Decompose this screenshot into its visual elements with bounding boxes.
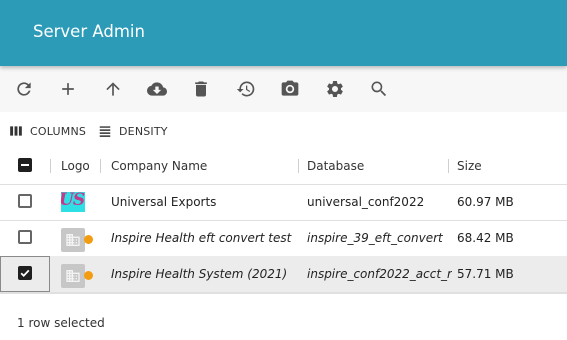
restore-button[interactable] (235, 78, 257, 100)
company-logo (61, 228, 85, 252)
select-all-checkbox[interactable] (18, 158, 32, 172)
indeterminate-icon (21, 164, 29, 166)
column-separator[interactable] (448, 159, 449, 173)
table-row[interactable]: Inspire Health System (2021) inspire_con… (0, 256, 567, 293)
table-footer: 1 row selected (0, 293, 567, 340)
camera-icon (281, 80, 299, 96)
upload-button[interactable] (102, 78, 124, 100)
size-cell: 68.42 MB (457, 231, 514, 245)
column-header-company[interactable]: Company Name (111, 148, 207, 184)
settings-button[interactable] (324, 78, 346, 100)
delete-button[interactable] (190, 78, 212, 100)
company-logo: US (61, 192, 85, 212)
columns-button[interactable]: COLUMNS (9, 124, 86, 138)
add-button[interactable] (57, 78, 79, 100)
row-checkbox[interactable] (18, 230, 32, 244)
company-name-cell: Inspire Health eft convert test (111, 231, 292, 245)
table-header: Logo Company Name Database Size (0, 148, 567, 185)
action-toolbar (0, 66, 567, 112)
view-column-icon (10, 126, 22, 136)
grid-toolbar: COLUMNS DENSITY (0, 112, 567, 148)
building-icon (66, 234, 80, 246)
table-row[interactable]: Inspire Health eft convert test inspire_… (0, 220, 567, 257)
table-row[interactable]: US Universal Exports universal_conf2022 … (0, 184, 567, 221)
database-cell: universal_conf2022 (307, 195, 425, 209)
refresh-button[interactable] (13, 78, 35, 100)
refresh-icon (17, 82, 31, 96)
column-separator[interactable] (298, 159, 299, 173)
restore-history-icon (236, 81, 255, 97)
column-separator[interactable] (50, 159, 51, 173)
settings-gear-icon (327, 81, 343, 97)
density-icon (99, 126, 111, 137)
cloud-download-icon (147, 82, 167, 96)
column-header-logo[interactable]: Logo (61, 148, 90, 184)
database-cell: inspire_39_eft_convert (307, 231, 443, 245)
density-label: DENSITY (119, 124, 168, 138)
checkmark-icon (20, 269, 30, 277)
search-icon (371, 81, 387, 97)
size-cell: 60.97 MB (457, 195, 514, 209)
column-header-database[interactable]: Database (307, 148, 364, 184)
add-icon (62, 83, 74, 95)
density-button[interactable]: DENSITY (98, 124, 168, 138)
status-indicator (84, 271, 93, 280)
database-cell: inspire_conf2022_acct_re (307, 267, 452, 281)
upload-icon (106, 82, 120, 96)
snapshot-button[interactable] (279, 78, 301, 100)
building-icon (66, 270, 80, 282)
delete-icon (195, 81, 207, 97)
search-button[interactable] (368, 78, 390, 100)
size-cell: 57.71 MB (457, 267, 514, 281)
company-name-cell: Inspire Health System (2021) (111, 267, 288, 281)
column-separator[interactable] (100, 159, 101, 173)
status-indicator (84, 235, 93, 244)
app-title: Server Admin (33, 22, 145, 41)
company-logo (61, 264, 85, 288)
app-bar: Server Admin (0, 0, 567, 66)
company-name-cell: Universal Exports (111, 195, 217, 209)
row-checkbox[interactable] (18, 266, 32, 280)
columns-label: COLUMNS (30, 124, 87, 138)
row-checkbox[interactable] (18, 194, 32, 208)
download-button[interactable] (146, 78, 168, 100)
column-header-size[interactable]: Size (457, 148, 482, 184)
selected-rows-count: 1 row selected (17, 316, 105, 330)
logo-text: US (61, 192, 85, 210)
